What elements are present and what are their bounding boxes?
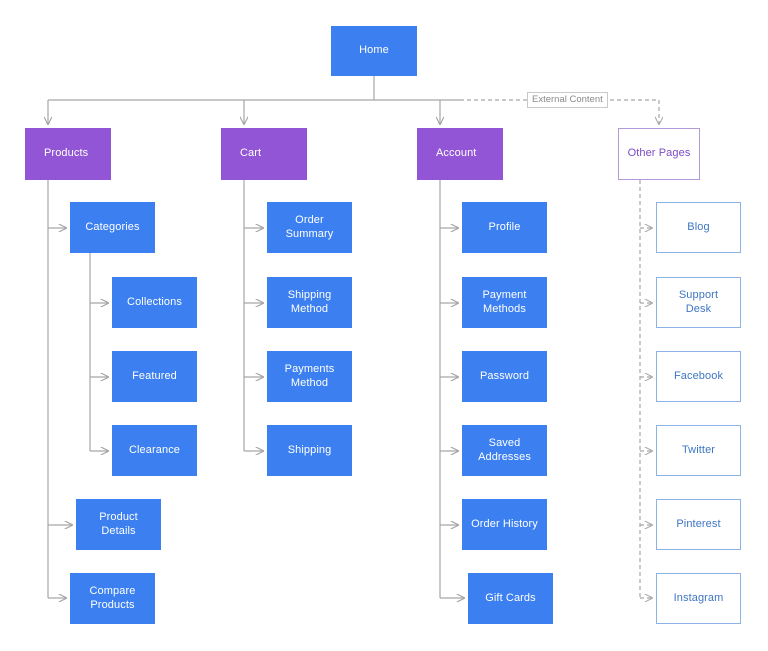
node-blog[interactable]: Blog — [656, 202, 741, 253]
node-payments-method[interactable]: Payments Method — [267, 351, 352, 402]
node-pinterest[interactable]: Pinterest — [656, 499, 741, 550]
node-twitter[interactable]: Twitter — [656, 425, 741, 476]
node-order-history[interactable]: Order History — [462, 499, 547, 550]
node-shipping-method[interactable]: Shipping Method — [267, 277, 352, 328]
node-other-pages[interactable]: Other Pages — [618, 128, 700, 180]
node-categories[interactable]: Categories — [70, 202, 155, 253]
node-facebook[interactable]: Facebook — [656, 351, 741, 402]
node-gift-cards[interactable]: Gift Cards — [468, 573, 553, 624]
node-shipping[interactable]: Shipping — [267, 425, 352, 476]
node-payment-methods[interactable]: Payment Methods — [462, 277, 547, 328]
node-home[interactable]: Home — [331, 26, 417, 76]
node-clearance[interactable]: Clearance — [112, 425, 197, 476]
sitemap-canvas: Home Products Cart Account Other Pages E… — [0, 0, 768, 651]
node-order-summary[interactable]: Order Summary — [267, 202, 352, 253]
node-instagram[interactable]: Instagram — [656, 573, 741, 624]
node-password[interactable]: Password — [462, 351, 547, 402]
node-cart[interactable]: Cart — [221, 128, 307, 180]
node-support-desk[interactable]: Support Desk — [656, 277, 741, 328]
node-account[interactable]: Account — [417, 128, 503, 180]
edge-external-label-other-pages — [610, 99, 659, 124]
node-saved-addresses[interactable]: Saved Addresses — [462, 425, 547, 476]
node-compare-products[interactable]: Compare Products — [70, 573, 155, 624]
node-products[interactable]: Products — [25, 128, 111, 180]
node-product-details[interactable]: Product Details — [76, 499, 161, 550]
node-collections[interactable]: Collections — [112, 277, 197, 328]
edge-label-external-content: External Content — [527, 92, 608, 109]
node-profile[interactable]: Profile — [462, 202, 547, 253]
node-featured[interactable]: Featured — [112, 351, 197, 402]
